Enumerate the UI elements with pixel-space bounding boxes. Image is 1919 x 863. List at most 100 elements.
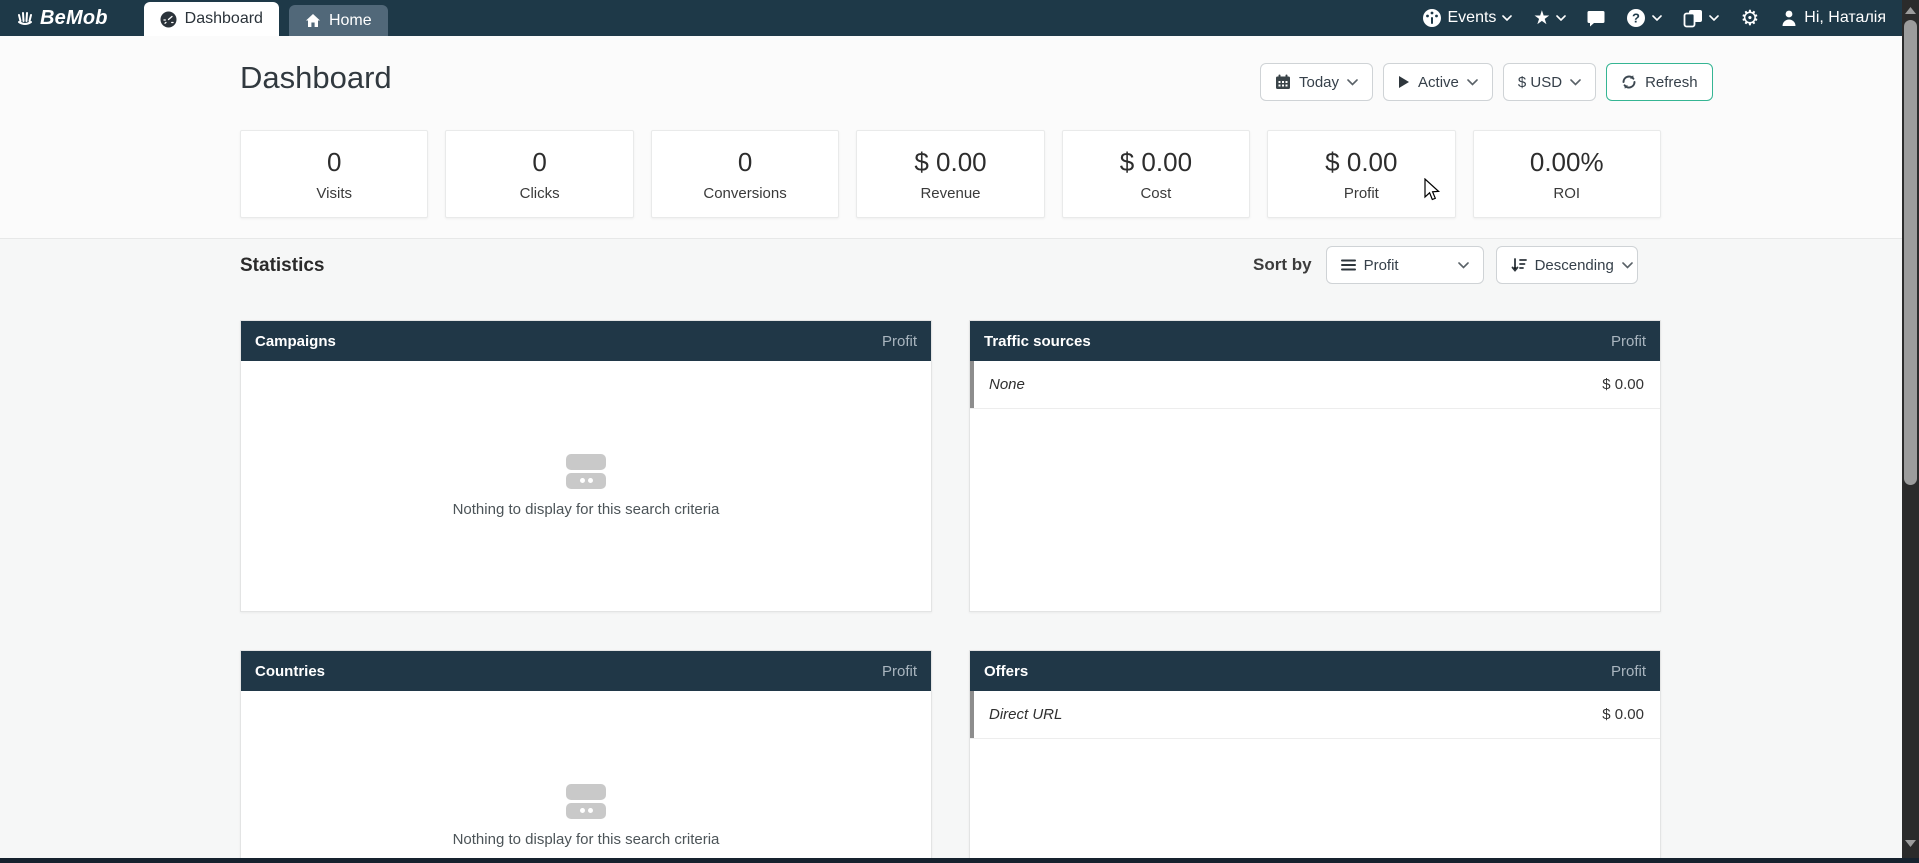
dashboard-toolbar: Today Active $ USD [1260, 63, 1713, 101]
panel-metric-label: Profit [882, 333, 917, 350]
sort-field-value: Profit [1364, 257, 1399, 274]
table-row[interactable]: None $ 0.00 [970, 361, 1660, 409]
panel-countries: Countries Profit Nothing to display for … [240, 650, 932, 863]
user-icon [1780, 9, 1798, 27]
panel-traffic-header: Traffic sources Profit [970, 321, 1660, 361]
server-empty-icon [566, 454, 606, 489]
scroll-down-arrow[interactable] [1902, 835, 1919, 851]
devices-icon [1683, 9, 1703, 28]
stat-value: 0 [327, 147, 341, 178]
tab-strip: Dashboard Home [144, 0, 388, 36]
calendar-icon [1275, 74, 1291, 90]
panel-offers: Offers Profit Direct URL $ 0.00 [969, 650, 1661, 863]
stat-value: $ 0.00 [1325, 147, 1397, 178]
empty-state-text: Nothing to display for this search crite… [453, 831, 720, 848]
chevron-down-icon [1467, 79, 1478, 86]
events-gauge-icon [1422, 8, 1442, 28]
chevron-down-icon [1709, 15, 1719, 21]
stat-value: $ 0.00 [914, 147, 986, 178]
stat-label: Conversions [703, 185, 786, 202]
refresh-icon [1621, 74, 1637, 90]
user-menu[interactable]: Hi, Наталія [1780, 9, 1886, 27]
tab-dashboard[interactable]: Dashboard [144, 2, 279, 36]
currency-label: $ USD [1518, 74, 1562, 91]
currency-button[interactable]: $ USD [1503, 63, 1596, 101]
stat-value: 0.00% [1530, 147, 1604, 178]
sort-by-label: Sort by [1253, 255, 1312, 275]
refresh-button[interactable]: Refresh [1606, 63, 1713, 101]
bemob-logo-text: BeMob [40, 7, 108, 30]
stat-label: Clicks [520, 185, 560, 202]
stat-card-roi: 0.00% ROI [1473, 130, 1661, 218]
stat-card-conversions: 0 Conversions [651, 130, 839, 218]
panel-offers-body: Direct URL $ 0.00 [970, 691, 1660, 863]
status-filter-label: Active [1418, 74, 1459, 91]
panel-title: Countries [255, 663, 325, 680]
sort-direction-select[interactable]: Descending [1496, 246, 1638, 284]
panel-metric-label: Profit [1611, 663, 1646, 680]
stat-card-revenue: $ 0.00 Revenue [856, 130, 1044, 218]
sort-controls: Sort by Profit [1253, 246, 1638, 284]
panel-offers-header: Offers Profit [970, 651, 1660, 691]
vertical-scrollbar[interactable] [1902, 0, 1919, 863]
panel-title: Campaigns [255, 333, 336, 350]
row-value: $ 0.00 [1602, 706, 1644, 723]
chat-icon [1587, 10, 1605, 27]
chevron-down-icon [1347, 79, 1358, 86]
dashboard-header-section: Dashboard Today Active [0, 36, 1902, 239]
bemob-logo[interactable]: BeMob [14, 0, 108, 36]
panel-campaigns: Campaigns Profit Nothing to display for … [240, 320, 932, 612]
stat-card-profit: $ 0.00 Profit [1267, 130, 1455, 218]
scrollbar-thumb[interactable] [1904, 20, 1917, 485]
apps-menu[interactable] [1683, 9, 1719, 28]
events-menu[interactable]: Events [1422, 8, 1513, 28]
home-icon [305, 13, 321, 28]
tab-home[interactable]: Home [289, 5, 388, 36]
panel-countries-body: Nothing to display for this search crite… [241, 691, 931, 863]
empty-state: Nothing to display for this search crite… [241, 691, 931, 863]
table-row[interactable]: Direct URL $ 0.00 [970, 691, 1660, 739]
chevron-down-icon [1502, 15, 1512, 21]
stat-value: 0 [738, 147, 752, 178]
tab-home-label: Home [329, 12, 372, 30]
panel-campaigns-body: Nothing to display for this search crite… [241, 361, 931, 611]
statistics-header: Statistics Sort by Profit [0, 240, 1902, 310]
row-name: Direct URL [989, 706, 1062, 723]
gear-icon: ⚙ [1740, 8, 1759, 29]
favorites-menu[interactable]: ★ [1533, 9, 1566, 28]
panel-metric-label: Profit [882, 663, 917, 680]
play-icon [1398, 75, 1410, 89]
panel-title: Offers [984, 663, 1028, 680]
scroll-up-arrow[interactable] [1902, 2, 1919, 18]
bemob-logo-icon [14, 7, 36, 29]
row-value: $ 0.00 [1602, 376, 1644, 393]
sort-field-select[interactable]: Profit [1326, 246, 1484, 284]
panel-traffic-sources: Traffic sources Profit None $ 0.00 [969, 320, 1661, 612]
sort-descending-icon [1511, 258, 1527, 272]
help-icon: ? [1626, 8, 1646, 28]
empty-state-text: Nothing to display for this search crite… [453, 501, 720, 518]
stat-label: Profit [1344, 185, 1379, 202]
feedback-button[interactable] [1587, 10, 1605, 27]
status-filter-button[interactable]: Active [1383, 63, 1493, 101]
mouse-cursor [1424, 178, 1441, 202]
page-title: Dashboard [240, 60, 392, 96]
chevron-down-icon [1570, 79, 1581, 86]
bottom-window-edge [0, 858, 1919, 863]
menu-lines-icon [1341, 259, 1356, 271]
help-menu[interactable]: ? [1626, 8, 1662, 28]
settings-button[interactable]: ⚙ [1740, 8, 1759, 29]
panel-countries-header: Countries Profit [241, 651, 931, 691]
stat-card-cost: $ 0.00 Cost [1062, 130, 1250, 218]
events-label: Events [1448, 9, 1497, 27]
statistics-heading: Statistics [240, 255, 324, 277]
stat-card-visits: 0 Visits [240, 130, 428, 218]
refresh-label: Refresh [1645, 74, 1698, 91]
panel-title: Traffic sources [984, 333, 1091, 350]
stat-value: 0 [532, 147, 546, 178]
server-empty-icon [566, 784, 606, 819]
date-range-label: Today [1299, 74, 1339, 91]
tab-dashboard-label: Dashboard [185, 10, 263, 28]
svg-text:?: ? [1632, 11, 1640, 26]
date-range-button[interactable]: Today [1260, 63, 1373, 101]
